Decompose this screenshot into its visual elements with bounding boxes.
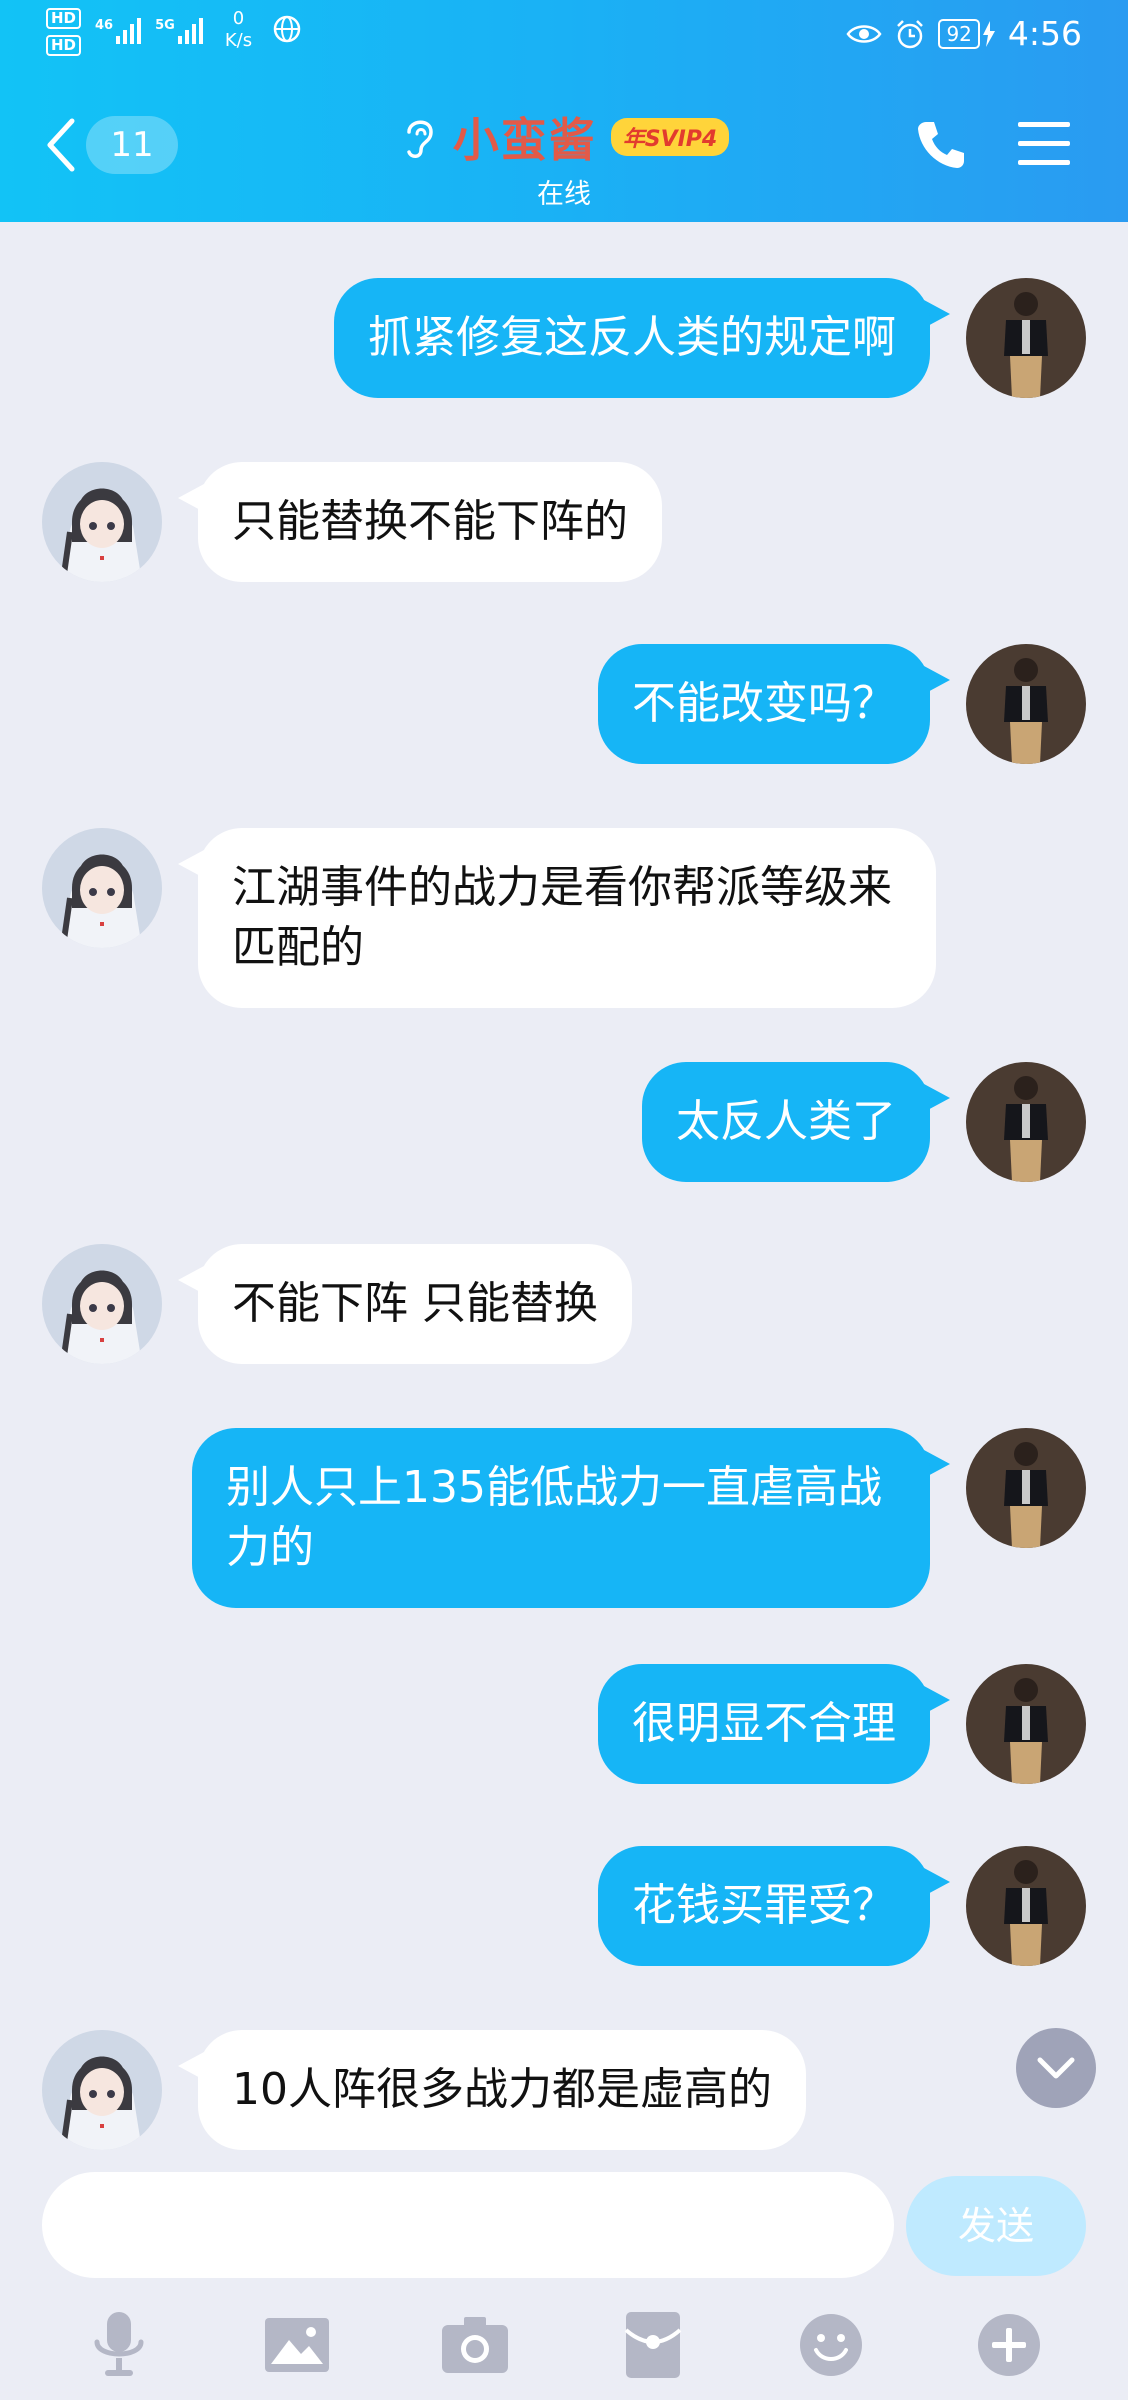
status-right: 92 4:56 — [846, 14, 1082, 53]
input-bar: 发送 — [0, 2160, 1128, 2280]
chat-header: HD HD 46 5G 0 K/s 92 4:56 11 小蛮酱 年SVIP4 … — [0, 0, 1128, 222]
my-avatar[interactable] — [966, 1428, 1086, 1548]
anime-girl-avatar-image — [42, 828, 162, 948]
status-clock: 4:56 — [1007, 14, 1082, 53]
network-speed-value: 0 — [232, 8, 245, 29]
battery-level: 92 — [938, 18, 980, 49]
emoji-icon — [800, 2314, 862, 2376]
hd-badge-2: HD — [46, 35, 82, 56]
message-bubble[interactable]: 很明显不合理 — [598, 1664, 930, 1784]
message-bubble[interactable]: 10人阵很多战力都是虚高的 — [198, 2030, 806, 2150]
signal-icon-1: 46 — [95, 18, 142, 44]
anime-girl-avatar-image — [42, 1244, 162, 1364]
title-row: 小蛮酱 年SVIP4 — [399, 104, 730, 170]
my-avatar[interactable] — [966, 1664, 1086, 1784]
user-avatar-image — [966, 644, 1086, 764]
contact-avatar[interactable] — [42, 462, 162, 582]
call-button[interactable] — [914, 118, 968, 176]
hamburger-menu-icon — [1018, 122, 1070, 165]
contact-avatar[interactable] — [42, 2030, 162, 2150]
red-packet-button[interactable] — [608, 2300, 698, 2390]
more-button[interactable] — [964, 2300, 1054, 2390]
battery-icon: 92 — [938, 18, 995, 49]
signal-label-1: 46 — [95, 18, 114, 33]
emoji-button[interactable] — [786, 2300, 876, 2390]
camera-button[interactable] — [430, 2300, 520, 2390]
signal-label-2: 5G — [155, 18, 175, 33]
chat-toolbar — [0, 2290, 1128, 2400]
scroll-to-bottom-button[interactable] — [1016, 2028, 1096, 2108]
message-bubble[interactable]: 太反人类了 — [642, 1062, 930, 1182]
hd-indicators: HD HD — [46, 8, 82, 56]
contact-avatar[interactable] — [42, 828, 162, 948]
contact-avatar[interactable] — [42, 1244, 162, 1364]
chevron-down-icon — [1037, 2057, 1075, 2079]
anime-girl-avatar-image — [42, 462, 162, 582]
camera-icon — [442, 2317, 508, 2373]
status-left: HD HD 46 5G 0 K/s — [46, 8, 302, 56]
microphone-icon — [94, 2312, 144, 2376]
contact-status: 在线 — [537, 179, 591, 210]
nav-bar: 11 小蛮酱 年SVIP4 在线 — [0, 90, 1128, 210]
hd-badge-1: HD — [46, 8, 82, 29]
menu-button[interactable] — [1018, 120, 1070, 172]
user-avatar-image — [966, 278, 1086, 398]
user-avatar-image — [966, 1664, 1086, 1784]
message-list[interactable]: 抓紧修复这反人类的规定啊 只能替换不能下阵的 不能改变吗？ 江湖事件的战力是看你… — [0, 222, 1128, 2177]
user-avatar-image — [966, 1846, 1086, 1966]
charging-icon — [982, 20, 995, 47]
phone-icon — [918, 122, 964, 168]
ear-icon[interactable] — [399, 112, 439, 162]
network-speed-unit: K/s — [224, 30, 253, 51]
signal-icon-2: 5G — [155, 18, 203, 44]
network-speed: 0 K/s — [225, 8, 252, 52]
message-bubble[interactable]: 抓紧修复这反人类的规定啊 — [334, 278, 930, 398]
my-avatar[interactable] — [966, 278, 1086, 398]
message-bubble[interactable]: 不能下阵 只能替换 — [198, 1244, 632, 1364]
message-bubble[interactable]: 只能替换不能下阵的 — [198, 462, 662, 582]
photo-button[interactable] — [252, 2300, 342, 2390]
message-bubble[interactable]: 花钱买罪受？ — [598, 1846, 930, 1966]
send-button[interactable]: 发送 — [906, 2176, 1086, 2276]
eye-icon — [846, 24, 882, 43]
vip-badge: 年SVIP4 — [610, 118, 730, 156]
user-avatar-image — [966, 1428, 1086, 1548]
red-packet-icon — [624, 2312, 682, 2378]
anime-girl-avatar-image — [42, 2030, 162, 2150]
message-bubble[interactable]: 江湖事件的战力是看你帮派等级来匹配的 — [198, 828, 936, 1008]
contact-name[interactable]: 小蛮酱 — [453, 104, 597, 170]
my-avatar[interactable] — [966, 644, 1086, 764]
status-bar: HD HD 46 5G 0 K/s 92 4:56 — [0, 0, 1128, 76]
plus-icon — [978, 2314, 1040, 2376]
image-icon — [265, 2318, 329, 2372]
message-input[interactable] — [42, 2172, 894, 2278]
alarm-icon — [897, 19, 924, 48]
my-avatar[interactable] — [966, 1846, 1086, 1966]
message-bubble[interactable]: 不能改变吗？ — [598, 644, 930, 764]
globe-icon — [273, 15, 301, 43]
my-avatar[interactable] — [966, 1062, 1086, 1182]
voice-button[interactable] — [74, 2300, 164, 2390]
user-avatar-image — [966, 1062, 1086, 1182]
message-bubble[interactable]: 别人只上135能低战力一直虐高战力的 — [192, 1428, 930, 1608]
